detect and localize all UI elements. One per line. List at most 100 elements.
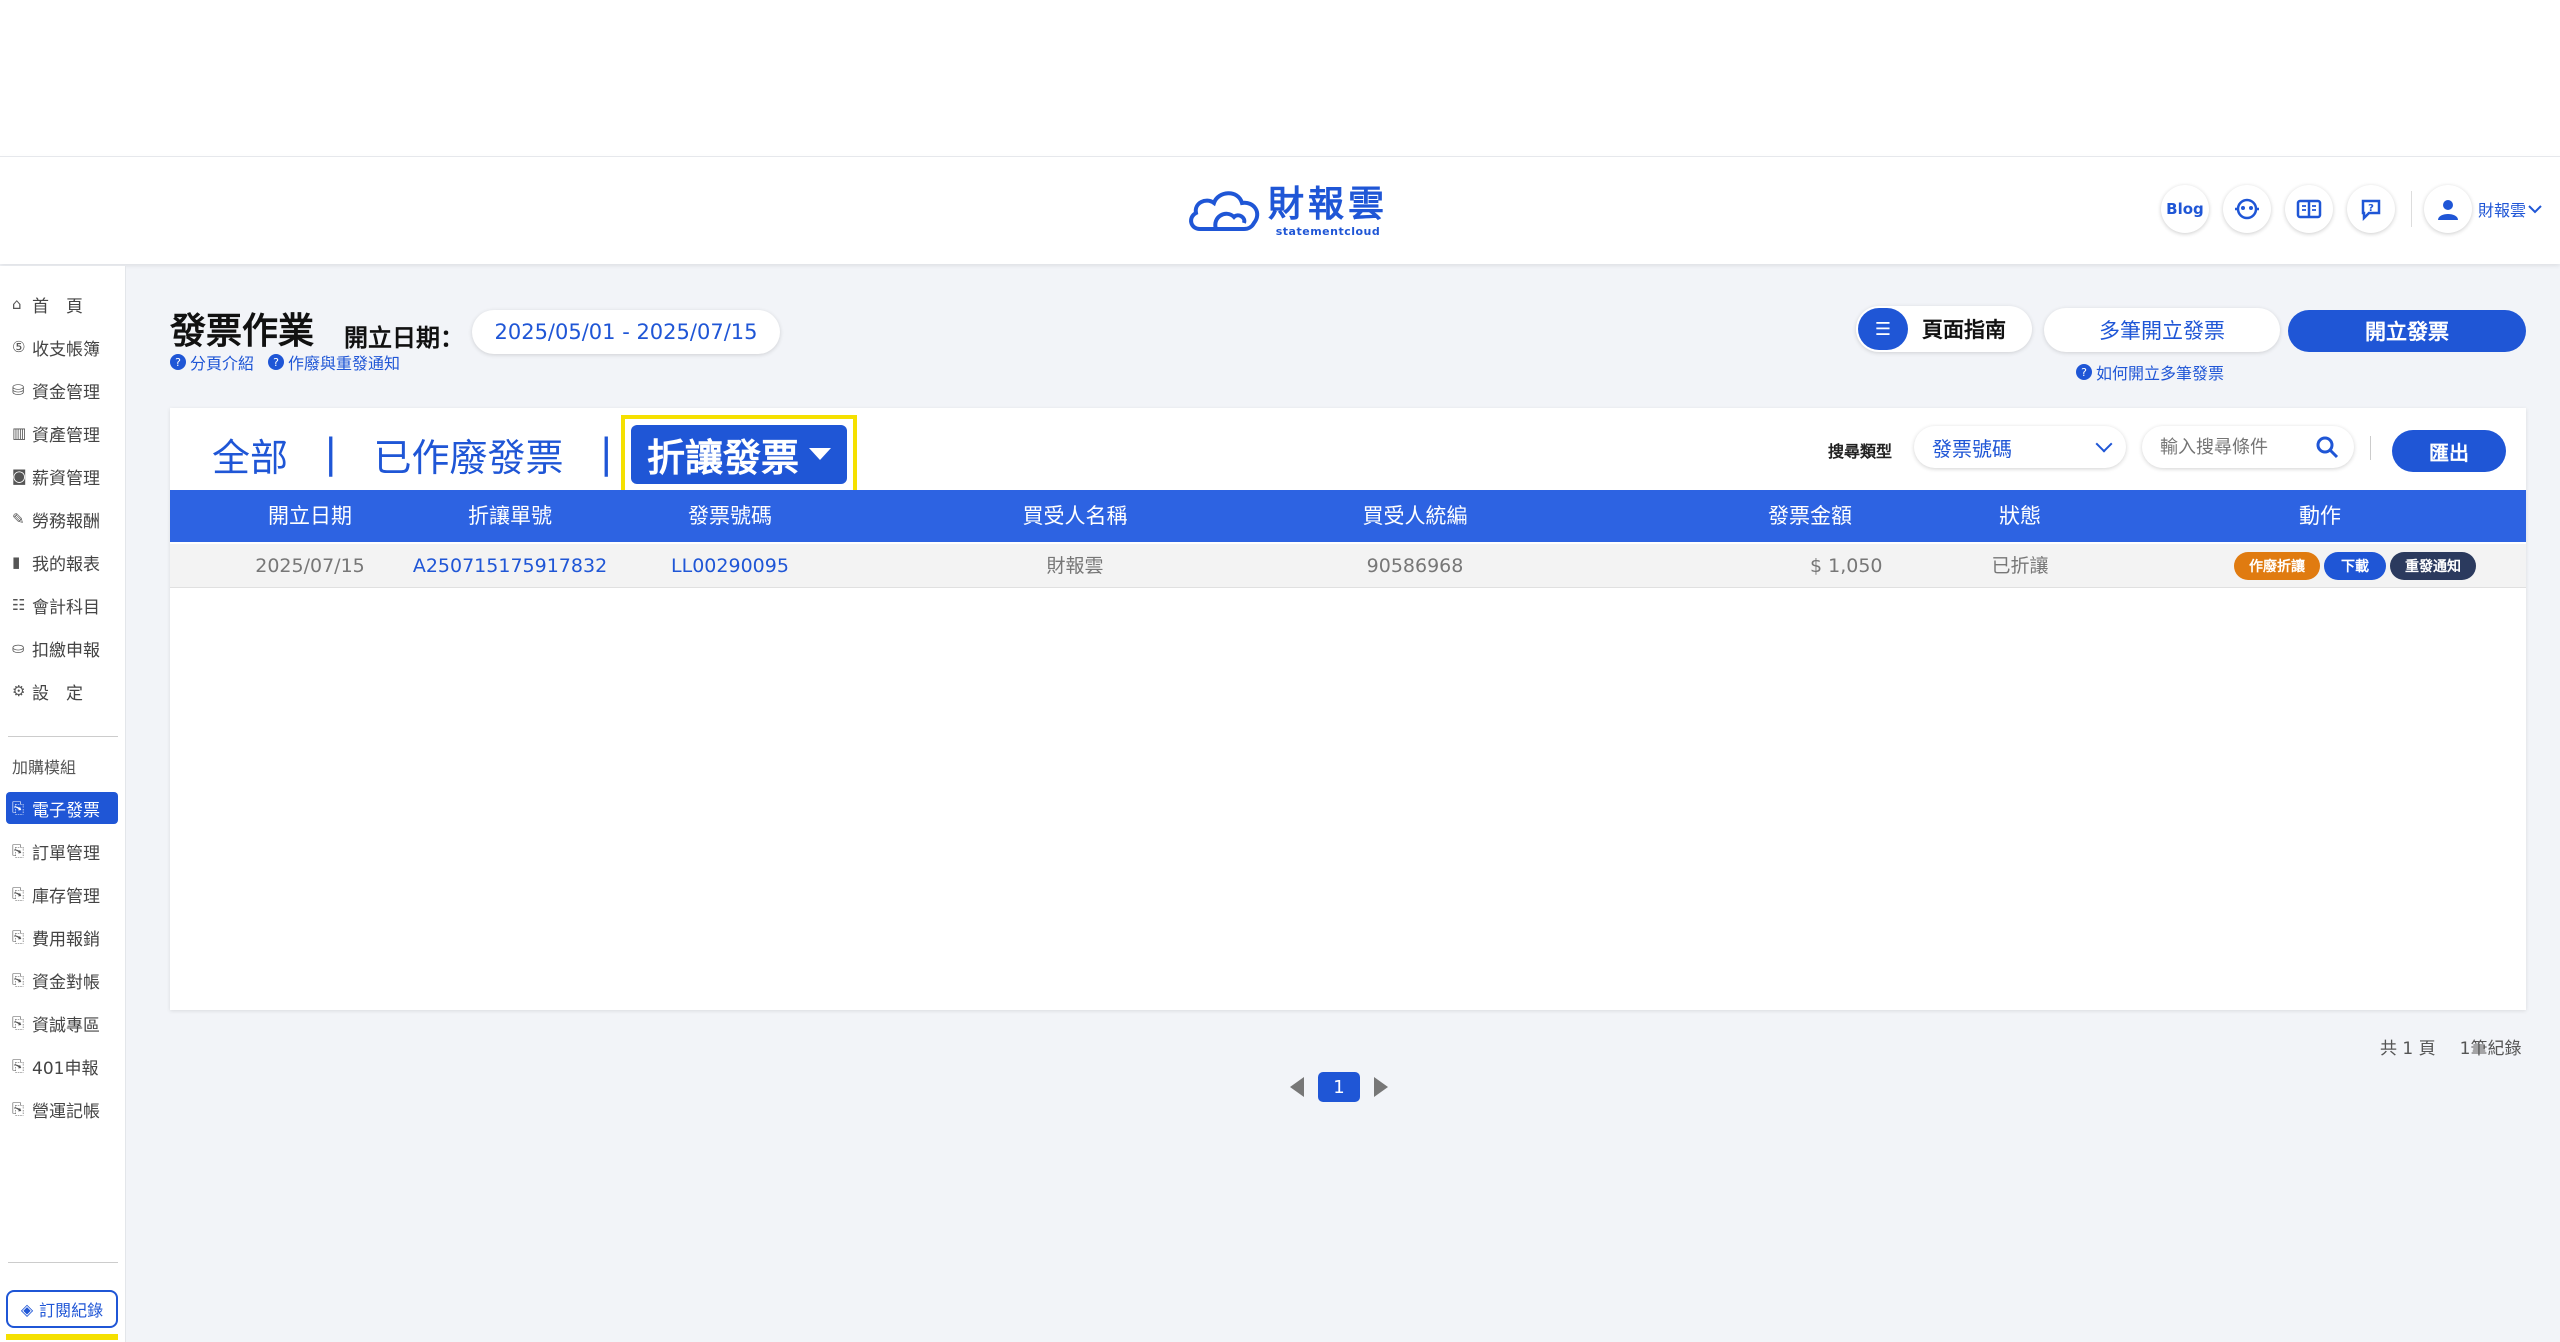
svg-text:?: ? bbox=[2368, 203, 2374, 214]
sidebar-item-label: 訂單管理 bbox=[32, 843, 100, 864]
sidebar-item-label: 勞務報酬 bbox=[32, 511, 100, 532]
page-guide-button[interactable]: ☰ 頁面指南 bbox=[1856, 306, 2032, 352]
sidebar-item-expense[interactable]: ⎘ 費用報銷 bbox=[6, 921, 118, 953]
sidebar-item-label: 費用報銷 bbox=[32, 929, 100, 950]
cell-status: 已折讓 bbox=[1991, 555, 2049, 577]
header-divider bbox=[2410, 191, 2412, 227]
book-icon[interactable] bbox=[2284, 185, 2333, 233]
sidebar-item-label: 收支帳簿 bbox=[32, 339, 100, 360]
sidebar-divider bbox=[8, 1262, 118, 1263]
user-name: 財報雲 bbox=[2477, 201, 2526, 220]
column-header-amount: 發票金額 bbox=[1768, 504, 1852, 528]
module-icon: ⎘ bbox=[12, 971, 25, 989]
help-links: ? 分頁介紹 ? 作廢與重發通知 bbox=[170, 350, 414, 374]
question-icon: ? bbox=[2076, 364, 2092, 380]
labor-icon: ✎ bbox=[12, 510, 25, 528]
sidebar-item-401[interactable]: ⎘ 401申報 bbox=[6, 1050, 118, 1082]
sidebar-item-tax[interactable]: ⛀ 扣繳申報 bbox=[6, 632, 118, 664]
search-icon[interactable] bbox=[2314, 434, 2340, 460]
column-header-buyer: 買受人名稱 bbox=[1022, 504, 1128, 528]
date-range-picker[interactable]: 2025/05/01 - 2025/07/15 bbox=[472, 310, 780, 354]
invoice-card: 全部 | 已作廢發票 | 折讓發票 搜尋類型 發票號碼 匯出 開立日期 折讓單號… bbox=[170, 408, 2526, 1010]
void-resend-label: 作廢與重發通知 bbox=[288, 354, 401, 373]
export-button[interactable]: 匯出 bbox=[2392, 430, 2506, 472]
sidebar-item-home[interactable]: ⌂ 首 頁 bbox=[6, 288, 118, 320]
sidebar-item-e-invoice[interactable]: ⎘ 電子發票 bbox=[6, 792, 118, 824]
account-icon: ☷ bbox=[12, 596, 26, 614]
tab-divider: | bbox=[599, 431, 613, 477]
column-header-invoice-no: 發票號碼 bbox=[688, 504, 772, 528]
column-header-status: 狀態 bbox=[1999, 504, 2041, 528]
sidebar-item-label: 扣繳申報 bbox=[32, 640, 100, 661]
resend-notice-button[interactable]: 重發通知 bbox=[2390, 552, 2476, 580]
tab-highlight: 折讓發票 bbox=[621, 414, 858, 494]
asset-icon: ▥ bbox=[12, 424, 27, 442]
table-header: 開立日期 折讓單號 發票號碼 買受人名稱 買受人統編 發票金額 狀態 動作 bbox=[170, 490, 2526, 542]
open-invoice-button[interactable]: 開立發票 bbox=[2288, 310, 2526, 352]
page-number-button[interactable]: 1 bbox=[1318, 1072, 1360, 1102]
question-icon: ? bbox=[268, 354, 285, 370]
column-header-tax-id: 買受人統編 bbox=[1362, 504, 1468, 528]
cell-buyer: 財報雲 bbox=[1046, 555, 1104, 577]
sidebar-divider bbox=[8, 736, 118, 737]
sidebar-item-pwc[interactable]: ⎘ 資誠專區 bbox=[6, 1007, 118, 1039]
void-discount-button[interactable]: 作廢折讓 bbox=[2234, 552, 2320, 580]
page-title: 發票作業 bbox=[170, 311, 315, 352]
logo[interactable]: 財報雲 statementcloud bbox=[1186, 183, 1388, 239]
column-header-discount-no: 折讓單號 bbox=[468, 504, 552, 528]
sidebar-item-report[interactable]: ▮ 我的報表 bbox=[6, 546, 118, 578]
page-intro-label: 分頁介紹 bbox=[190, 354, 255, 373]
help-chat-icon[interactable]: ? bbox=[2346, 185, 2395, 233]
previous-page-icon[interactable] bbox=[1290, 1077, 1304, 1097]
module-icon: ⎘ bbox=[12, 1100, 25, 1118]
sidebar-item-label: 401申報 bbox=[32, 1058, 99, 1079]
top-header: 財報雲 statementcloud Blog ? 財報雲 bbox=[0, 156, 2560, 264]
module-icon: ⎘ bbox=[12, 799, 25, 817]
module-icon: ⎘ bbox=[12, 1057, 25, 1075]
tab-discount[interactable]: 折讓發票 bbox=[631, 424, 848, 484]
search-type-select[interactable]: 發票號碼 bbox=[1914, 426, 2126, 468]
chevron-down-icon[interactable] bbox=[2526, 200, 2544, 218]
income-icon: ⑤ bbox=[12, 338, 26, 356]
tab-void[interactable]: 已作廢發票 bbox=[374, 427, 564, 482]
tab-all[interactable]: 全部 bbox=[212, 427, 288, 482]
blog-button[interactable]: Blog bbox=[2160, 185, 2209, 233]
cell-discount-no[interactable]: A250715175917832 bbox=[400, 544, 620, 588]
tax-icon: ⛀ bbox=[12, 639, 25, 657]
sidebar-item-orders[interactable]: ⎘ 訂單管理 bbox=[6, 835, 118, 867]
avatar[interactable] bbox=[2423, 185, 2472, 233]
sidebar-item-settings[interactable]: ⚙ 設 定 bbox=[6, 675, 118, 707]
sidebar-item-label: 電子發票 bbox=[32, 800, 100, 821]
subscription-label: 訂閱紀錄 bbox=[39, 1301, 104, 1320]
cell-invoice-no[interactable]: LL00290095 bbox=[630, 544, 830, 588]
search-type-value: 發票號碼 bbox=[1932, 436, 2012, 461]
sidebar: ⌂ 首 頁 ⑤ 收支帳簿 ⛁ 資金管理 ▥ 資產管理 ◙ 薪資管理 ✎ 勞務報酬 ▮ 我的報表… bbox=[0, 266, 126, 1342]
multi-invoice-button[interactable]: 多筆開立發票 bbox=[2044, 308, 2280, 352]
sidebar-item-label: 設 定 bbox=[32, 683, 83, 704]
sidebar-item-salary[interactable]: ◙ 薪資管理 bbox=[6, 460, 118, 492]
multi-invoice-help-link[interactable]: ? 如何開立多筆發票 bbox=[2076, 360, 2224, 384]
sidebar-item-label: 我的報表 bbox=[32, 554, 100, 575]
row-actions: 作廢折讓 下載 重發通知 bbox=[2234, 552, 2480, 580]
question-icon: ? bbox=[170, 354, 186, 370]
user-menu[interactable]: 財報雲 bbox=[2423, 185, 2544, 233]
sidebar-item-account[interactable]: ☷ 會計科目 bbox=[6, 589, 118, 621]
module-icon: ⎘ bbox=[12, 1014, 25, 1032]
next-page-icon[interactable] bbox=[1374, 1077, 1388, 1097]
robot-icon[interactable] bbox=[2222, 185, 2271, 233]
download-button[interactable]: 下載 bbox=[2324, 552, 2386, 580]
logo-title: 財報雲 bbox=[1268, 183, 1389, 225]
sidebar-item-fund[interactable]: ⛁ 資金管理 bbox=[6, 374, 118, 406]
void-resend-link[interactable]: ? 作廢與重發通知 bbox=[268, 350, 400, 374]
sidebar-item-label: 營運記帳 bbox=[32, 1101, 100, 1122]
sidebar-item-labor[interactable]: ✎ 勞務報酬 bbox=[6, 503, 118, 535]
sidebar-item-bookkeeping[interactable]: ⎘ 營運記帳 bbox=[6, 1093, 118, 1125]
sidebar-item-asset[interactable]: ▥ 資產管理 bbox=[6, 417, 118, 449]
page-intro-link[interactable]: ? 分頁介紹 bbox=[170, 350, 254, 374]
sidebar-item-reconcile[interactable]: ⎘ 資金對帳 bbox=[6, 964, 118, 996]
sidebar-item-income[interactable]: ⑤ 收支帳簿 bbox=[6, 331, 118, 363]
subscription-button[interactable]: ◈ 訂閱紀錄 bbox=[6, 1290, 118, 1328]
sidebar-item-inventory[interactable]: ⎘ 庫存管理 bbox=[6, 878, 118, 910]
search-divider bbox=[2370, 436, 2371, 460]
pagination-info: 共 1 頁 1筆紀錄 bbox=[2356, 1034, 2521, 1059]
